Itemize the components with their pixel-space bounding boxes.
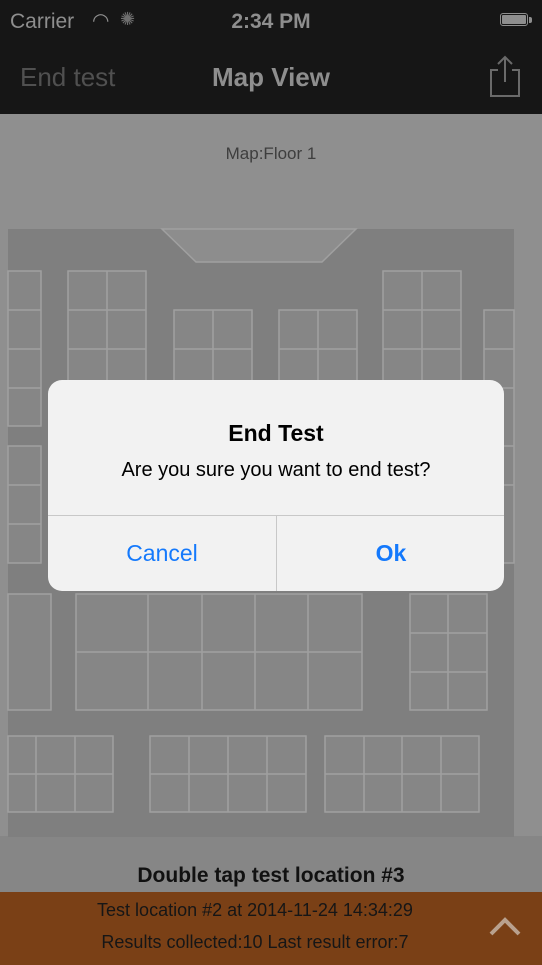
alert-title: End Test [228,420,324,446]
end-test-alert: End Test Are you sure you want to end te… [48,380,504,591]
cancel-button[interactable]: Cancel [48,516,276,591]
chevron-up-icon[interactable] [488,914,522,938]
alert-message: Are you sure you want to end test? [121,459,431,481]
instruction-hint: Double tap test location #3 [137,864,405,887]
ok-button[interactable]: Ok [277,516,504,591]
results-status-text: Results collected:10 Last result error:7 [101,932,409,952]
location-status-text: Test location #2 at 2014-11-24 14:34:29 [97,900,413,920]
test-status-bar: Test location #2 at 2014-11-24 14:34:29 … [0,892,542,965]
